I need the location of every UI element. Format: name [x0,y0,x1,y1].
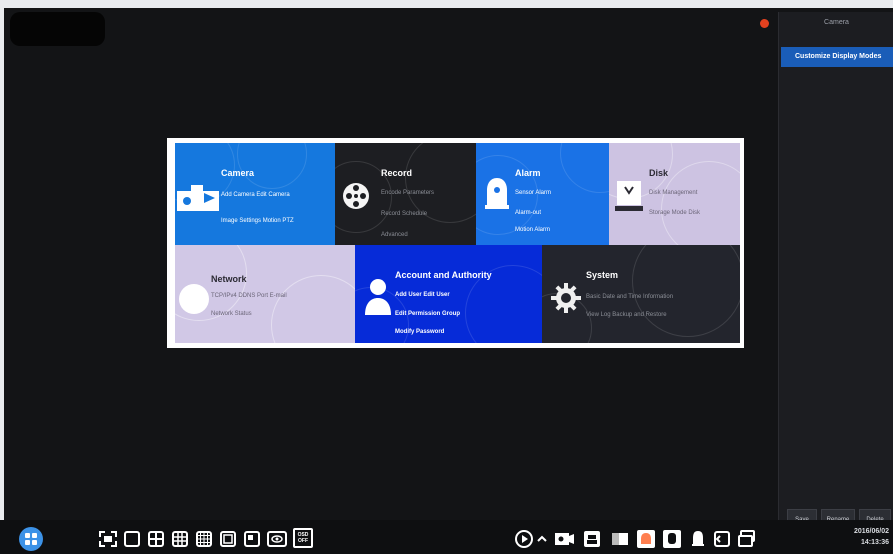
lock-icon[interactable] [582,529,602,549]
right-panel: Camera Customize Display Modes Save Rena… [778,12,893,529]
record-tile[interactable]: Record Encode Parameters Record Schedule… [335,143,476,245]
disk-line-2: Storage Mode Disk [649,210,701,216]
record-line-2: Record Schedule [381,211,428,217]
system-title: System [586,270,619,280]
disk-line-1: Disk Management [649,190,698,196]
chevron-up-icon[interactable] [537,529,547,549]
custom-layout-icon[interactable] [219,529,237,549]
account-line-3: Modify Password [395,329,445,335]
camera-tile[interactable]: Camera Add Camera Edit Camera Image Sett… [175,143,335,245]
alarm-tile[interactable]: Alarm Sensor Alarm Alarm-out Motion Alar… [476,143,609,245]
osd-state: OFF [298,538,308,544]
camera-line-2: Image Settings Motion PTZ [221,218,294,224]
date-label: 2016/06/02 [853,528,889,535]
recording-indicator [760,19,769,28]
system-tile[interactable]: System Basic Date and Time Information V… [542,245,740,343]
record-line-1: Encode Parameters [381,190,435,196]
network-tile[interactable]: Network TCP/IPv4 DDNS Port E-mail Networ… [175,245,355,343]
network-line-2: Network Status [211,311,252,317]
network-title: Network [211,274,247,284]
system-line-1: Basic Date and Time Information [586,294,674,300]
network-icon [179,284,209,314]
sixteen-screen-icon[interactable] [195,529,213,549]
disk-tile[interactable]: Disk Disk Management Storage Mode Disk [609,143,740,245]
camera-control-icon[interactable] [553,529,575,549]
customize-display-modes-item[interactable]: Customize Display Modes [781,47,893,67]
clock: 2016/06/02 14:13:36 [834,526,889,548]
gear-icon [551,283,581,313]
redacted-label [10,12,105,46]
disk-title: Disk [649,168,669,178]
alarm-bell-icon [485,178,509,209]
play-icon[interactable] [514,529,534,549]
fullscreen-icon[interactable] [97,529,119,549]
osd-off-icon[interactable]: OSD OFF [293,528,313,548]
window-switch-icon[interactable] [737,529,757,549]
back-icon[interactable] [712,529,732,549]
camera-line-1: Add Camera Edit Camera [221,192,290,198]
single-screen-icon[interactable] [123,529,141,549]
alarm-line-2: Alarm-out [515,210,542,216]
user-icon [365,279,391,315]
account-authority-tile[interactable]: Account and Authority Add User Edit User… [355,245,542,343]
alarm-title: Alarm [515,168,541,178]
alarm-bell-icon[interactable] [636,529,656,549]
alarm-line-1: Sensor Alarm [515,190,552,196]
right-panel-title: Camera [824,19,849,26]
account-line-1: Add User Edit User [395,292,450,298]
nine-screen-icon[interactable] [171,529,189,549]
network-line-1: TCP/IPv4 DDNS Port E-mail [211,293,287,299]
custom-layout-icon[interactable] [243,529,261,549]
alarm-line-3: Motion Alarm [515,227,551,233]
notification-icon[interactable] [662,529,682,549]
bookmark-icon[interactable] [610,529,630,549]
record-title: Record [381,168,413,178]
camera-title: Camera [221,168,255,178]
account-title: Account and Authority [395,270,492,280]
account-line-2: Edit Permission Group [395,311,461,317]
start-menu-icon[interactable] [18,526,44,552]
system-line-2: View Log Backup and Restore [586,312,667,318]
camera-icon [177,185,219,211]
notification-icon[interactable] [688,529,708,549]
eye-icon[interactable] [267,529,287,549]
film-reel-icon [343,183,369,209]
quad-screen-icon[interactable] [147,529,165,549]
time-label: 14:13:36 [860,539,889,546]
record-line-3: Advanced [381,232,408,238]
disk-icon [615,181,643,211]
